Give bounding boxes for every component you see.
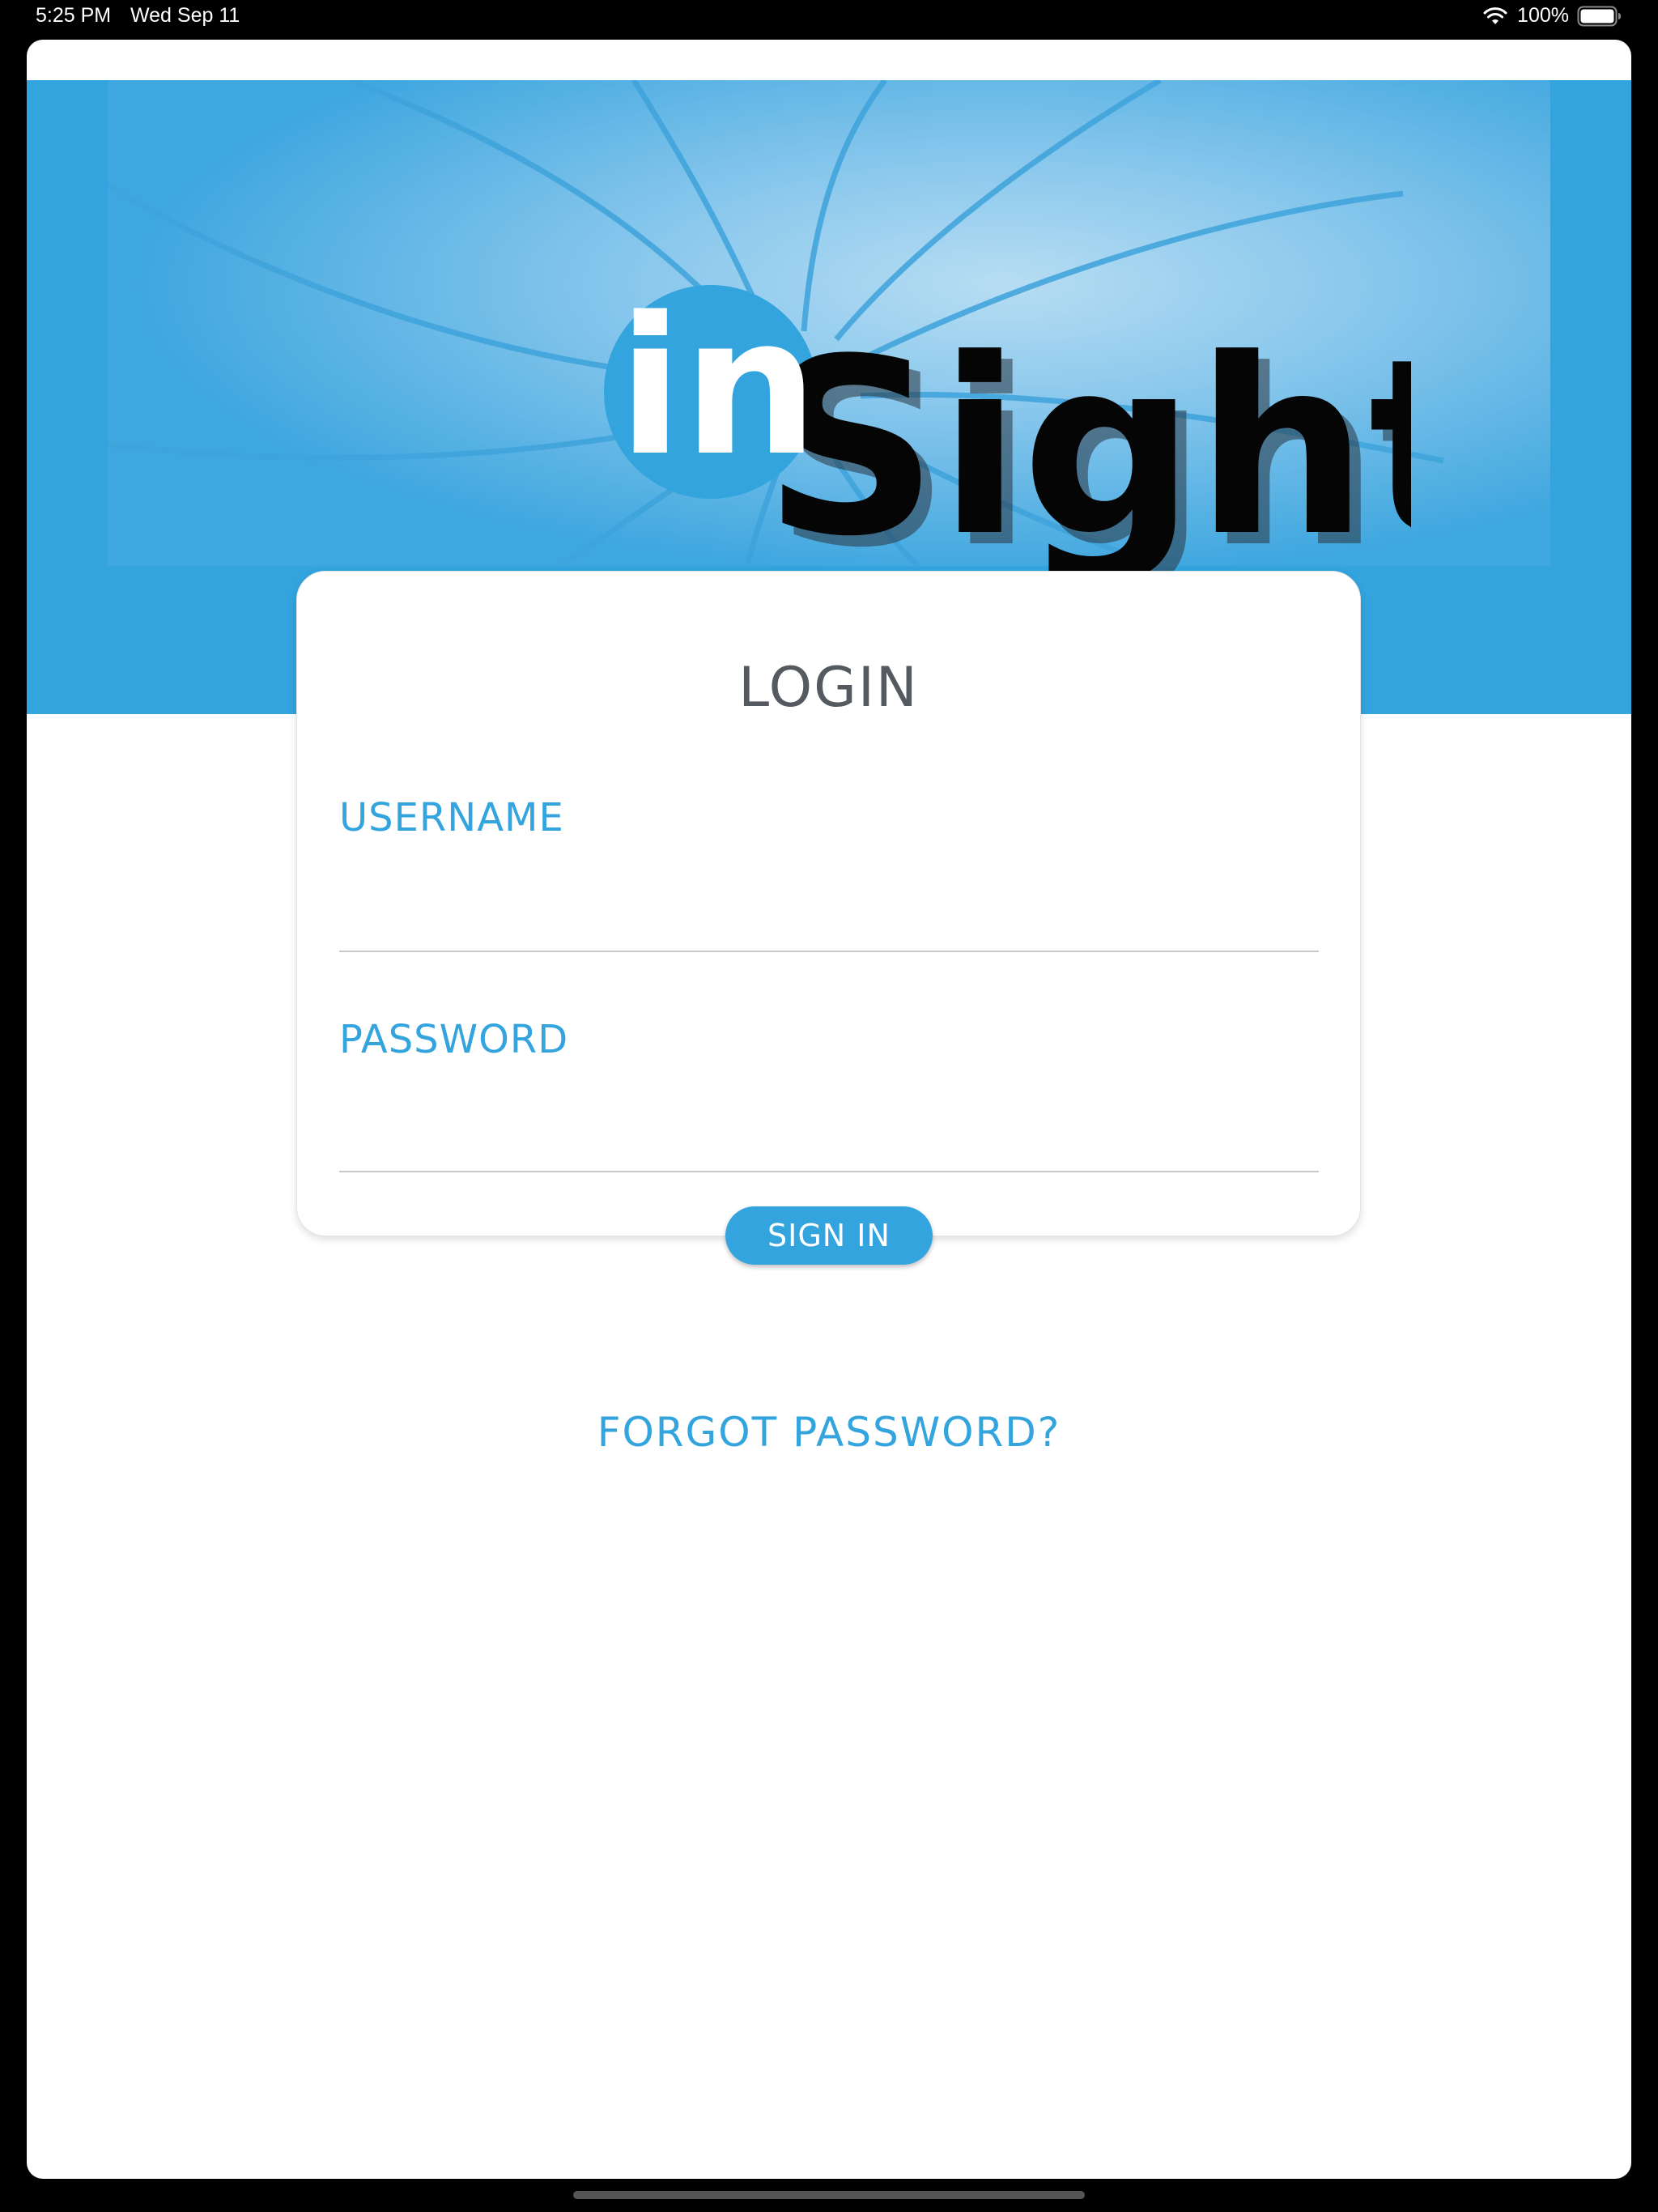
sign-in-button[interactable]: SIGN IN (725, 1206, 933, 1265)
app-sheet: Sight Sight in LOGIN USERNAME PASSWORD S… (27, 40, 1631, 2179)
forgot-password-link[interactable]: FORGOT PASSWORD? (0, 1409, 1658, 1456)
battery-percent: 100% (1517, 4, 1569, 27)
password-label: PASSWORD (339, 1017, 569, 1062)
svg-text:in: in (618, 277, 818, 498)
home-indicator[interactable] (573, 2191, 1085, 2199)
svg-text:Sight: Sight (763, 307, 1411, 589)
battery-icon (1577, 6, 1621, 26)
password-field[interactable] (339, 1116, 1319, 1172)
login-title: LOGIN (738, 656, 919, 720)
status-bar: 5:25 PM Wed Sep 11 100% (0, 0, 1658, 39)
status-indicators: 100% (1482, 4, 1622, 28)
username-label: USERNAME (339, 795, 564, 840)
status-time: 5:25 PM (36, 4, 112, 27)
insight-logo: Sight Sight in (604, 277, 1411, 598)
login-card: LOGIN USERNAME PASSWORD (296, 571, 1361, 1236)
status-date: Wed Sep 11 (130, 4, 240, 27)
wifi-icon (1483, 6, 1507, 24)
username-field[interactable] (339, 895, 1319, 952)
